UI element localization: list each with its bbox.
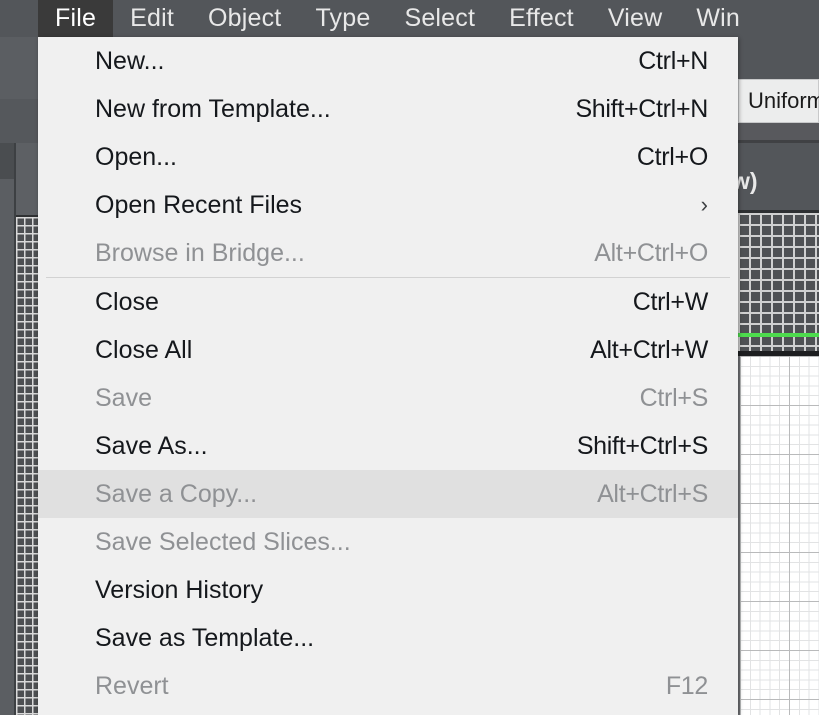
menu-item-label: Close All: [95, 336, 192, 365]
menu-item-shortcut: F12: [666, 672, 708, 701]
menu-item-label: Save Selected Slices...: [95, 528, 351, 557]
smart-guide-line: [738, 333, 819, 337]
menu-bar-item-type[interactable]: Type: [298, 0, 387, 37]
menu-item-shortcut: Ctrl+S: [640, 384, 708, 413]
menu-bar-item-object[interactable]: Object: [191, 0, 298, 37]
menu-item-open[interactable]: Open... Ctrl+O: [38, 133, 738, 181]
menu-item-label: Save As...: [95, 432, 208, 461]
left-panel-strip-1: [0, 37, 38, 100]
menu-item-close[interactable]: Close Ctrl+W: [38, 278, 738, 326]
menu-item-save: Save Ctrl+S: [38, 374, 738, 422]
illustrator-window: view) Uniform FileEditObjectTypeSelectEf…: [0, 0, 819, 715]
menu-item-shortcut: Alt+Ctrl+S: [597, 480, 708, 509]
menu-bar-item-file[interactable]: File: [38, 0, 113, 37]
menu-bar-items: FileEditObjectTypeSelectEffectViewWin: [38, 0, 757, 37]
menu-item-search-adobe-stock[interactable]: Search Adobe Stock...: [38, 710, 738, 715]
menu-item-new[interactable]: New... Ctrl+N: [38, 37, 738, 85]
artboard-grid-white: [740, 356, 819, 715]
control-panel-scale-field[interactable]: Uniform: [738, 79, 819, 123]
menu-item-label: Close: [95, 288, 159, 317]
menu-bar-item-select[interactable]: Select: [387, 0, 492, 37]
menu-item-label: New...: [95, 47, 164, 76]
menu-item-shortcut: Ctrl+N: [638, 47, 708, 76]
menu-item-label: Save as Template...: [95, 624, 314, 653]
menu-item-version-history[interactable]: Version History: [38, 566, 738, 614]
control-panel-scale-label: Uniform: [739, 88, 819, 114]
menu-item-browse-in-bridge: Browse in Bridge... Alt+Ctrl+O: [38, 229, 738, 277]
left-panel-strip-2: [0, 99, 38, 143]
menu-item-save-a-copy: Save a Copy... Alt+Ctrl+S: [38, 470, 738, 518]
menu-item-shortcut: Alt+Ctrl+O: [594, 239, 708, 268]
menu-item-save-selected-slices: Save Selected Slices...: [38, 518, 738, 566]
menu-item-shortcut: Ctrl+W: [633, 288, 708, 317]
menu-item-save-as[interactable]: Save As... Shift+Ctrl+S: [38, 422, 738, 470]
menu-item-label: Revert: [95, 672, 169, 701]
menu-bar-item-effect[interactable]: Effect: [492, 0, 591, 37]
left-panel-strip-5: [0, 179, 16, 715]
menu-item-shortcut: Ctrl+O: [637, 143, 708, 172]
menu-item-label: Open...: [95, 143, 177, 172]
file-menu-dropdown[interactable]: New... Ctrl+N New from Template... Shift+Ct…: [38, 37, 738, 715]
chevron-right-icon: ›: [701, 194, 708, 216]
left-panel-strip-6: [16, 179, 38, 215]
left-panel-strip-4: [14, 143, 40, 179]
menu-item-label: New from Template...: [95, 95, 331, 124]
menu-bar: FileEditObjectTypeSelectEffectViewWin: [0, 0, 819, 37]
control-panel-gap: [738, 123, 819, 140]
menu-item-save-as-template[interactable]: Save as Template...: [38, 614, 738, 662]
menu-item-shortcut: Alt+Ctrl+W: [590, 336, 708, 365]
menu-bar-item-win[interactable]: Win: [679, 0, 757, 37]
canvas-grid-left: [16, 215, 38, 715]
menu-item-label: Save: [95, 384, 152, 413]
menu-bar-item-edit[interactable]: Edit: [113, 0, 191, 37]
menu-item-new-from-template[interactable]: New from Template... Shift+Ctrl+N: [38, 85, 738, 133]
menu-item-label: Open Recent Files: [95, 191, 302, 220]
left-panel-strip-3: [0, 143, 14, 179]
menu-item-label: Version History: [95, 576, 263, 605]
menu-item-revert: Revert F12: [38, 662, 738, 710]
menu-item-shortcut: Shift+Ctrl+S: [577, 432, 708, 461]
menu-bar-item-view[interactable]: View: [591, 0, 680, 37]
menu-item-label: Browse in Bridge...: [95, 239, 305, 268]
control-panel-divider: [738, 140, 819, 143]
menu-item-shortcut: Shift+Ctrl+N: [575, 95, 708, 124]
menu-item-close-all[interactable]: Close All Alt+Ctrl+W: [38, 326, 738, 374]
menu-item-open-recent-files[interactable]: Open Recent Files ›: [38, 181, 738, 229]
menu-item-label: Save a Copy...: [95, 480, 257, 509]
